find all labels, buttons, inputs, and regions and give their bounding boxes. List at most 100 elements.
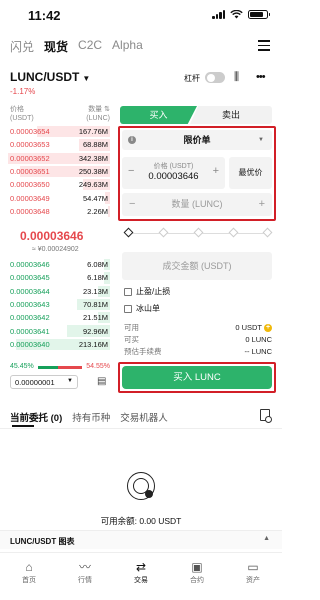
ask-qty: 249.63M [78, 180, 108, 190]
pair-selector[interactable]: LUNC/USDT ▼ [10, 70, 90, 84]
bottom-nav-futures[interactable]: ▣ 合约 [172, 559, 222, 585]
bottom-nav-assets[interactable]: ▭ 资产 [228, 559, 278, 585]
wifi-icon [230, 10, 243, 19]
top-nav-alpha[interactable]: Alpha [112, 38, 143, 55]
chart-bar-label: LUNC/USDT 图表 [10, 537, 75, 546]
bid-row[interactable]: 0.00003646 6.08M [8, 258, 110, 271]
slider-node-100[interactable] [262, 227, 273, 238]
last-price[interactable]: 0.00003646 [20, 229, 83, 243]
amount-increase-button[interactable]: + [259, 193, 265, 216]
fee-label: 预估手续费 [124, 347, 162, 356]
ask-price: 0.00003654 [10, 127, 50, 137]
chevron-up-icon: ▲ [263, 535, 270, 542]
total-input[interactable]: 成交金额 (USDT) [122, 252, 272, 280]
tab-holdings[interactable]: 持有币种 [72, 410, 110, 424]
ask-price: 0.00003649 [10, 193, 50, 203]
top-nav: 闪兑 现货 C2C Alpha [10, 38, 143, 55]
ask-price: 0.00003651 [10, 167, 50, 177]
tp-sl-checkbox[interactable]: 止盈/止损 [124, 286, 170, 297]
iceberg-checkbox[interactable]: 冰山单 [124, 303, 160, 314]
pair-change: -1.17% [10, 87, 36, 96]
price-increase-button[interactable]: + [213, 165, 219, 177]
markets-icon: 〰 [78, 560, 91, 574]
tab-buy[interactable]: 买入 [120, 106, 197, 124]
bottom-nav-home[interactable]: ⌂ 首页 [4, 559, 54, 585]
deposit-plus-icon[interactable]: + [264, 323, 272, 332]
status-time: 11:42 [28, 8, 61, 23]
tab-trading-bots[interactable]: 交易机器人 [120, 410, 168, 424]
tab-open-orders[interactable]: 当前委托 (0) [10, 410, 62, 424]
bid-qty: 21.51M [82, 313, 108, 323]
order-history-icon[interactable] [260, 409, 272, 423]
bid-row[interactable]: 0.00003644 23.13M [8, 285, 110, 298]
slider-node-25[interactable] [158, 227, 169, 238]
ask-price: 0.00003652 [10, 153, 50, 163]
bottom-nav-markets[interactable]: 〰 行情 [60, 559, 110, 585]
bid-row[interactable]: 0.00003643 70.81M [8, 298, 110, 311]
bid-price: 0.00003645 [10, 273, 50, 283]
price-input[interactable]: − 价格 (USDT) 0.00003646 + [122, 157, 225, 189]
bid-row[interactable]: 0.00003645 6.18M [8, 271, 110, 284]
candlestick-chart-icon[interactable]: ⫼ [234, 71, 239, 84]
qty-header-l1: 数量 ⇅ [88, 106, 110, 113]
ask-row[interactable]: 0.00003651 250.38M [8, 165, 110, 178]
divider [0, 428, 282, 429]
leverage-label: 杠杆 [184, 74, 200, 83]
total-placeholder: 成交金额 (USDT) [162, 261, 232, 271]
top-nav-spot[interactable]: 现货 [44, 38, 68, 55]
checkbox-icon [124, 287, 132, 296]
tab-sell[interactable]: 卖出 [190, 106, 272, 124]
amount-placeholder: 数量 (LUNC) [171, 199, 223, 209]
bid-price: 0.00003640 [10, 339, 50, 349]
precision-value: 0.00000001 [15, 378, 55, 387]
pair-symbol: LUNC/USDT [10, 70, 80, 84]
amount-input[interactable]: − 数量 (LUNC) + [122, 193, 272, 216]
bid-qty: 213.16M [78, 339, 108, 349]
available-value: 0 USDT [235, 323, 262, 332]
bottom-nav-trade[interactable]: ⇄ 交易 [116, 559, 166, 585]
best-price-button[interactable]: 最优价 [229, 157, 272, 189]
ask-price: 0.00003653 [10, 140, 50, 150]
slider-node-75[interactable] [228, 227, 239, 238]
chart-bar[interactable]: LUNC/USDT 图表 ▲ [0, 530, 282, 549]
ask-row[interactable]: 0.00003652 342.38M [8, 152, 110, 165]
bid-qty: 70.81M [82, 300, 108, 310]
slider-node-0[interactable] [123, 227, 134, 238]
leverage-toggle[interactable] [205, 72, 225, 83]
orders-tabs: 当前委托 (0) 持有币种 交易机器人 [10, 410, 168, 424]
ask-row[interactable]: 0.00003650 249.63M [8, 178, 110, 191]
bid-qty: 23.13M [82, 286, 108, 296]
precision-select[interactable]: 0.00000001 ▼ [10, 375, 78, 389]
bid-row[interactable]: 0.00003641 92.96M [8, 324, 110, 337]
amount-slider[interactable] [123, 227, 273, 238]
ask-qty: 250.38M [78, 167, 108, 177]
price-label: 价格 (USDT) [153, 163, 194, 170]
hamburger-menu-icon[interactable] [258, 40, 270, 54]
book-layout-icon[interactable]: ▤ [97, 376, 106, 387]
checkbox-icon [124, 304, 132, 313]
amount-decrease-button[interactable]: − [129, 193, 135, 216]
ask-price: 0.00003650 [10, 180, 50, 190]
ratio-bar [38, 366, 82, 369]
buy-lunc-button[interactable]: 买入 LUNC [122, 366, 272, 389]
price-value[interactable]: 0.00003646 [122, 171, 225, 182]
order-type-select[interactable]: i 限价单 ▼ [122, 130, 272, 150]
order-type-value: 限价单 [183, 135, 211, 145]
ask-row[interactable]: 0.00003648 2.26M [8, 205, 110, 218]
ask-row[interactable]: 0.00003654 167.76M [8, 125, 110, 138]
more-options-icon[interactable]: ••• [256, 71, 266, 83]
info-icon[interactable]: i [128, 136, 136, 144]
bid-row[interactable]: 0.00003642 21.51M [8, 311, 110, 324]
qty-header[interactable]: 数量 ⇅ (LUNC) [86, 105, 110, 123]
ask-depth-bar [107, 205, 110, 218]
ask-row[interactable]: 0.00003653 68.88M [8, 138, 110, 151]
top-nav-c2c[interactable]: C2C [78, 38, 102, 55]
bid-row[interactable]: 0.00003640 213.16M [8, 338, 110, 351]
last-price-fiat: ≈ ¥0.00024902 [32, 246, 79, 253]
top-nav-swap[interactable]: 闪兑 [10, 38, 34, 55]
bid-qty: 6.08M [87, 260, 108, 270]
ask-row[interactable]: 0.00003649 54.47M [8, 191, 110, 204]
status-icons [212, 10, 270, 19]
slider-node-50[interactable] [193, 227, 204, 238]
ask-qty: 2.26M [87, 206, 108, 216]
